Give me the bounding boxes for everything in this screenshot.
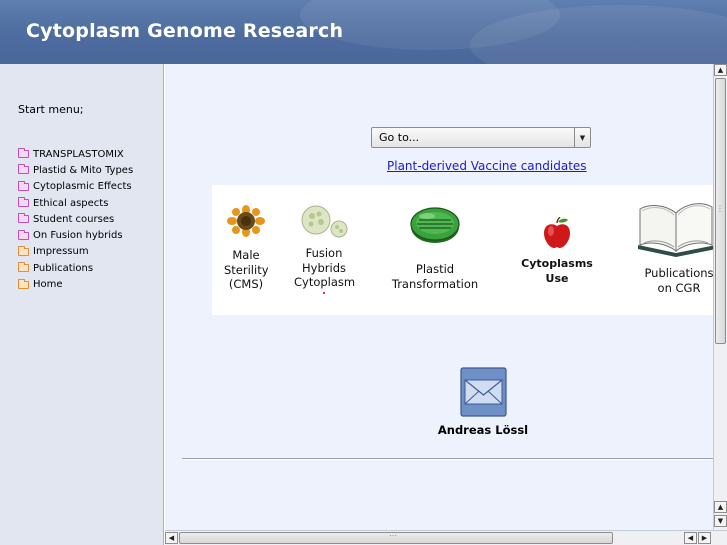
tile-label: Transformation xyxy=(391,276,479,291)
folder-icon xyxy=(18,213,29,224)
sidebar-item-label: Ethical aspects xyxy=(33,197,109,209)
tile-label: (CMS) xyxy=(228,277,264,291)
tile-plastid-transformation[interactable]: Plastid Transformation xyxy=(390,205,480,291)
scroll-down-arrow-icon[interactable]: ▼ xyxy=(714,515,727,527)
tile-label: Male xyxy=(232,248,260,262)
sidebar-item-publications[interactable]: Publications xyxy=(18,260,133,276)
folder-icon xyxy=(18,197,29,208)
grip-icon: ⋯ xyxy=(389,531,397,540)
sidebar-item-label: Plastid & Mito Types xyxy=(33,164,134,176)
vaccine-candidates-link[interactable]: Plant-derived Vaccine candidates xyxy=(387,159,587,173)
tile-publications-on-cgr[interactable]: Publications on CGR xyxy=(634,199,713,295)
start-menu-label: Start menu; xyxy=(18,103,84,116)
tile-fusion-hybrids[interactable]: Fusion Hybrids Cytoplasm xyxy=(294,205,356,294)
folder-icon xyxy=(18,164,29,175)
sidebar-item-label: On Fusion hybrids xyxy=(33,230,123,242)
sidebar-item-student-courses[interactable]: Student courses xyxy=(18,211,133,227)
folder-icon xyxy=(18,148,29,159)
sidebar-item-label: TRANSPLASTOMIX xyxy=(33,148,124,160)
scroll-right-arrow-icon[interactable]: ▶ xyxy=(698,532,711,544)
folder-icon xyxy=(18,245,29,256)
sidebar-item-impressum[interactable]: Impressum xyxy=(18,244,133,260)
tile-label: Cytoplasms xyxy=(521,257,593,270)
sidebar-item-fusion-hybrids[interactable]: On Fusion hybrids xyxy=(18,227,133,243)
tile-label: Cytoplasm xyxy=(294,275,356,289)
mail-envelope-icon xyxy=(459,367,507,417)
tile-label: Hybrids xyxy=(302,260,346,275)
scroll-up-arrow-icon[interactable]: ▲ xyxy=(714,501,727,513)
sidebar-item-label: Home xyxy=(33,279,63,291)
tile-label: Fusion xyxy=(305,246,343,260)
tile-label: Publications xyxy=(644,266,713,280)
vertical-scrollbar[interactable]: ▲ ⋮ ▲ ▼ xyxy=(713,64,727,530)
sidebar-item-transplastomix[interactable]: TRANSPLASTOMIX xyxy=(18,146,133,162)
goto-dropdown[interactable]: Go to... ▼ xyxy=(371,127,591,148)
tile-cytoplasms-use[interactable]: Cytoplasms Use xyxy=(517,217,597,286)
sidebar-item-cytoplasmic-effects[interactable]: Cytoplasmic Effects xyxy=(18,179,133,195)
goto-selected-value: Go to... xyxy=(379,131,420,144)
pink-dot-decoration xyxy=(323,291,325,294)
main-content: Go to... ▼ Plant-derived Vaccine candida… xyxy=(165,64,713,530)
folder-icon xyxy=(18,180,29,191)
sidebar-item-label: Student courses xyxy=(33,213,115,225)
horizontal-divider xyxy=(182,458,713,460)
sidebar: Start menu; TRANSPLASTOMIX Plastid & Mit… xyxy=(0,64,164,545)
site-header: Cytoplasm Genome Research xyxy=(0,0,727,64)
protoplast-cells-icon xyxy=(301,205,348,238)
open-book-icon xyxy=(638,203,713,257)
contact-name: Andreas Lössl xyxy=(437,423,529,437)
chevron-down-icon[interactable]: ▼ xyxy=(574,128,590,147)
folder-icon xyxy=(18,278,29,289)
scroll-up-arrow-icon[interactable]: ▲ xyxy=(714,64,727,76)
sidebar-item-home[interactable]: Home xyxy=(18,276,133,292)
sidebar-item-label: Cytoplasmic Effects xyxy=(33,181,132,193)
sidebar-item-ethical-aspects[interactable]: Ethical aspects xyxy=(18,195,133,211)
topic-icon-strip: Male Sterility (CMS) Fusion Hybrids Cyto… xyxy=(212,185,713,315)
sunflower-icon xyxy=(227,205,265,237)
sidebar-item-label: Impressum xyxy=(33,246,89,258)
scroll-left-arrow-icon[interactable]: ◀ xyxy=(684,532,697,544)
grip-icon: ⋮ xyxy=(716,204,724,213)
tile-label: Sterility xyxy=(224,262,269,277)
site-title: Cytoplasm Genome Research xyxy=(26,20,344,42)
apple-icon xyxy=(544,217,570,248)
sidebar-item-plastid-mito-types[interactable]: Plastid & Mito Types xyxy=(18,162,133,178)
scroll-left-arrow-icon[interactable]: ◀ xyxy=(165,532,178,544)
sidebar-menu: TRANSPLASTOMIX Plastid & Mito Types Cyto… xyxy=(18,146,133,293)
sidebar-item-label: Publications xyxy=(33,262,94,274)
tile-male-sterility[interactable]: Male Sterility (CMS) xyxy=(224,205,269,292)
horizontal-scrollbar[interactable]: ◀ ⋯ ◀ ▶ xyxy=(165,530,727,545)
tile-label: Plastid xyxy=(415,262,455,276)
folder-icon xyxy=(18,262,29,273)
tile-label: Use xyxy=(545,271,569,285)
tile-label: on CGR xyxy=(657,280,701,295)
folder-icon xyxy=(18,229,29,240)
petri-dish-icon xyxy=(410,207,460,243)
contact-andreas-loessl[interactable]: Andreas Lössl xyxy=(427,367,539,437)
